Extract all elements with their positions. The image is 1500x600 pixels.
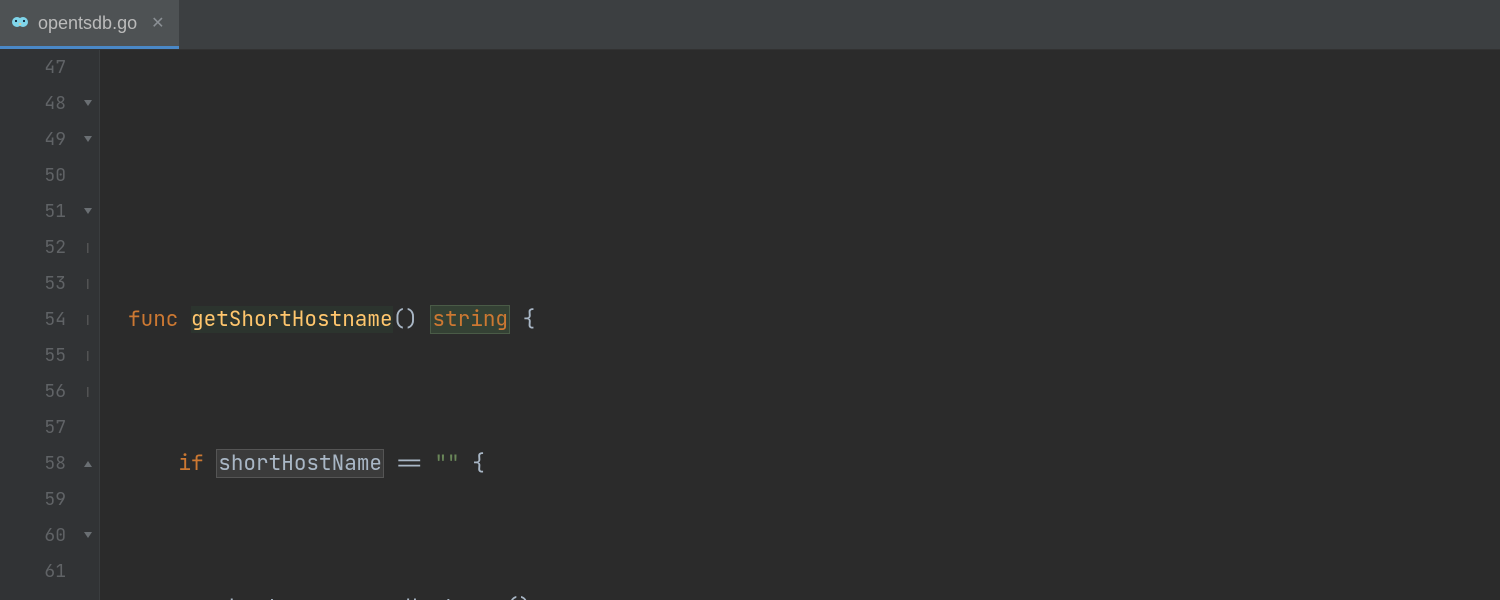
fold-guide-icon — [76, 374, 99, 410]
fold-guide-icon — [76, 230, 99, 266]
fold-guide-icon — [76, 338, 99, 374]
line-number[interactable]: 47 — [0, 50, 66, 86]
line-number[interactable]: 50 — [0, 158, 66, 194]
line-number[interactable]: 58 — [0, 446, 66, 482]
code-line[interactable]: func getShortHostname() string { — [128, 302, 1500, 338]
line-number[interactable]: 54 — [0, 302, 66, 338]
line-number[interactable]: 49 — [0, 122, 66, 158]
code-area[interactable]: func getShortHostname() string { if shor… — [100, 50, 1500, 600]
code-line[interactable] — [128, 158, 1500, 194]
fold-toggle-icon[interactable] — [76, 122, 99, 158]
fold-toggle-icon[interactable] — [76, 86, 99, 122]
code-editor[interactable]: 47 48 49 50 51 52 53 54 55 56 57 58 59 6… — [0, 50, 1500, 600]
fold-toggle-icon[interactable] — [76, 518, 99, 554]
line-number[interactable]: 55 — [0, 338, 66, 374]
fold-guide-icon — [76, 266, 99, 302]
line-number[interactable]: 53 — [0, 266, 66, 302]
line-number[interactable]: 60 — [0, 518, 66, 554]
close-tab-icon[interactable]: ✕ — [151, 13, 164, 33]
tab-filename: opentsdb.go — [38, 13, 137, 34]
line-number[interactable]: 59 — [0, 482, 66, 518]
line-number-gutter: 47 48 49 50 51 52 53 54 55 56 57 58 59 6… — [0, 50, 76, 600]
line-number[interactable]: 52 — [0, 230, 66, 266]
code-line[interactable]: if shortHostName == "" { — [128, 446, 1500, 482]
line-number[interactable]: 48 — [0, 86, 66, 122]
go-file-icon — [10, 13, 30, 33]
line-number[interactable]: 57 — [0, 410, 66, 446]
line-number[interactable]: 56 — [0, 374, 66, 410]
fold-close-icon[interactable] — [76, 446, 99, 482]
line-number[interactable]: 61 — [0, 554, 66, 590]
tab-bar: opentsdb.go ✕ — [0, 0, 1500, 50]
file-tab-opentsdb[interactable]: opentsdb.go ✕ — [0, 0, 179, 49]
fold-toggle-icon[interactable] — [76, 194, 99, 230]
line-number[interactable]: 51 — [0, 194, 66, 230]
code-line[interactable]: host, _ := os.Hostname() — [128, 590, 1500, 600]
fold-gutter — [76, 50, 100, 600]
fold-guide-icon — [76, 302, 99, 338]
